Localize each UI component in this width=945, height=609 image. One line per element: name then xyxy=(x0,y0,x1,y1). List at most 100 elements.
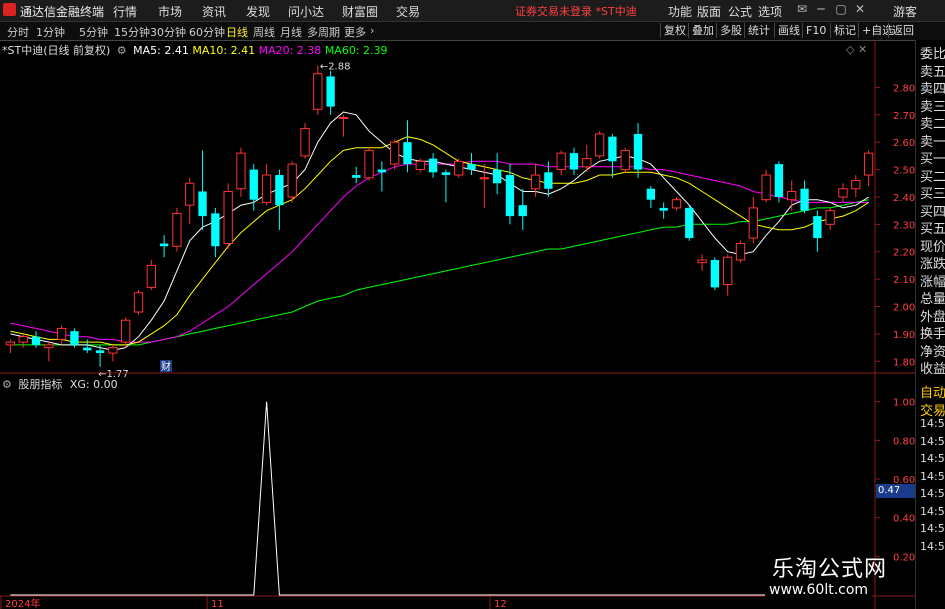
kline-chart[interactable]: ←2.88 ←1.77 财 2.80 2.70 2.60 2.50 2.40 2.30 2.20… xyxy=(0,40,915,609)
candle-body-up xyxy=(172,212,182,247)
trade-time: 14:54 xyxy=(920,504,945,518)
candle-body-up xyxy=(185,182,195,206)
period-tab-weekly[interactable]: 周线 xyxy=(253,24,275,40)
menu-item-gongneng[interactable]: 功能 xyxy=(668,3,692,20)
period-tab-daily[interactable]: 日线 xyxy=(226,24,248,40)
candle-body-up xyxy=(121,319,131,343)
candle-body-up xyxy=(261,174,272,203)
candle-body-down xyxy=(275,175,284,206)
candle-body-up xyxy=(236,152,246,190)
menu-item-faxian[interactable]: 发现 xyxy=(246,3,270,20)
period-toolbar: 分时 1分钟 5分钟 15分钟 30分钟 60分钟 日线 周线 月线 多周期 更… xyxy=(0,22,945,41)
login-warning: 证券交易未登录 *ST中迪 xyxy=(515,5,637,18)
quote-field-label: 买五 xyxy=(920,222,945,237)
candle-body-down xyxy=(377,169,387,173)
period-tab-5min[interactable]: 5分钟 xyxy=(79,24,108,40)
trade-time: 14:54 xyxy=(920,417,945,430)
quote-field-label: 买三 xyxy=(920,187,945,202)
ind-y-tick-label: 0.40 xyxy=(893,514,915,525)
period-tab-30min[interactable]: 30分钟 xyxy=(150,24,186,40)
maximize-icon[interactable]: ▢ xyxy=(834,2,848,16)
menu-item-caifuquan[interactable]: 财富圈 xyxy=(342,3,378,20)
candle-body-up xyxy=(479,177,489,180)
user-label[interactable]: 游客 xyxy=(893,3,917,20)
menu-item-wenxiaoda[interactable]: 问小达 xyxy=(288,3,324,20)
candle-body-up xyxy=(313,73,323,110)
more-chevron-icon[interactable]: › xyxy=(370,24,374,37)
back-button[interactable]: 返回 xyxy=(888,23,917,38)
menu-item-gongshi[interactable]: 公式 xyxy=(728,3,752,20)
candle-body-up xyxy=(108,347,118,354)
quote-field-label: 卖四 xyxy=(920,82,945,97)
menu-item-hangqing[interactable]: 行情 xyxy=(113,3,137,20)
candle-body-down xyxy=(608,136,617,162)
menu-item-zixun[interactable]: 资讯 xyxy=(202,3,226,20)
y-tick-label: 2.80 xyxy=(893,83,915,94)
candle-body-down xyxy=(198,191,207,217)
ma60-line xyxy=(10,199,869,346)
period-tab-15min[interactable]: 15分钟 xyxy=(114,24,150,40)
trade-time: 14:54 xyxy=(920,434,945,448)
period-tab-more[interactable]: 更多 xyxy=(344,24,366,40)
period-tab-fenshi[interactable]: 分时 xyxy=(7,24,29,40)
menu-item-banmian[interactable]: 版面 xyxy=(697,3,721,20)
candle-body-up xyxy=(863,152,874,176)
candle-body-down xyxy=(352,175,361,178)
statistics-button[interactable]: 统计 xyxy=(744,23,773,38)
candle-body-up xyxy=(287,163,297,198)
candle-body-up xyxy=(735,243,746,261)
candle-body-up xyxy=(146,264,156,288)
close-icon[interactable]: ✕ xyxy=(853,2,867,16)
y-tick-label: 2.50 xyxy=(893,166,915,177)
draw-line-button[interactable]: 画线 xyxy=(774,23,803,38)
quote-field-label: 买四 xyxy=(920,204,945,220)
candle-body-down xyxy=(505,175,515,217)
indicator-current-value: 0.47 xyxy=(876,484,916,498)
menu-item-jiaoyi[interactable]: 交易 xyxy=(396,3,420,20)
candle-body-down xyxy=(403,142,412,165)
candle-body-up xyxy=(697,259,707,264)
trade-time: 14:54 xyxy=(920,469,945,483)
quote-field-label: 收益 xyxy=(920,362,945,377)
quote-field-label: 卖五 xyxy=(920,64,945,80)
x-tick-label: 2024年 xyxy=(5,597,40,609)
period-tab-monthly[interactable]: 月线 xyxy=(280,24,302,40)
fuquan-button[interactable]: 复权 xyxy=(660,23,689,38)
quote-field-label: 涨幅 xyxy=(920,274,945,290)
app-logo-icon xyxy=(3,3,16,16)
overlay-button[interactable]: 叠加 xyxy=(688,23,717,38)
candle-body-up xyxy=(748,207,758,239)
candle-body-up xyxy=(582,158,592,168)
candle-body-down xyxy=(800,188,809,211)
mark-button[interactable]: 标记 xyxy=(830,23,859,38)
period-tab-60min[interactable]: 60分钟 xyxy=(189,24,225,40)
watermark-title: 乐淘公式网 xyxy=(772,557,888,582)
period-tab-1min[interactable]: 1分钟 xyxy=(36,24,65,40)
candle-body-down xyxy=(569,153,579,170)
y-tick-label: 2.60 xyxy=(893,138,915,149)
low-price-label: ←1.77 xyxy=(98,369,129,380)
menu-item-shichang[interactable]: 市场 xyxy=(158,3,182,20)
y-tick-label: 2.20 xyxy=(893,248,915,259)
app-title: 通达信金融终端 xyxy=(20,5,105,19)
y-tick-label: 2.40 xyxy=(893,193,915,204)
minimize-icon[interactable]: ─ xyxy=(814,2,828,16)
trade-time: 14:54 xyxy=(920,487,945,500)
candle-body-down xyxy=(544,172,553,189)
candle-body-up xyxy=(44,344,54,349)
f10-button[interactable]: F10 xyxy=(802,23,829,38)
candle-body-down xyxy=(83,347,92,351)
candle-body-up xyxy=(787,190,797,201)
ma5-line xyxy=(10,111,869,351)
menu-item-xuanxiang[interactable]: 选项 xyxy=(758,3,782,20)
y-tick-label: 2.70 xyxy=(893,111,915,122)
candle-body-up xyxy=(838,188,848,198)
multi-stock-button[interactable]: 多股 xyxy=(716,23,745,38)
candle-body-up xyxy=(300,127,310,157)
candle-body-down xyxy=(685,207,694,239)
candle-body-up xyxy=(825,210,835,225)
y-tick-label: 2.00 xyxy=(893,303,915,314)
message-icon[interactable]: ✉ xyxy=(795,2,809,16)
period-tab-multi[interactable]: 多周期 xyxy=(307,24,340,40)
quote-field-label: 涨跌 xyxy=(920,257,945,272)
